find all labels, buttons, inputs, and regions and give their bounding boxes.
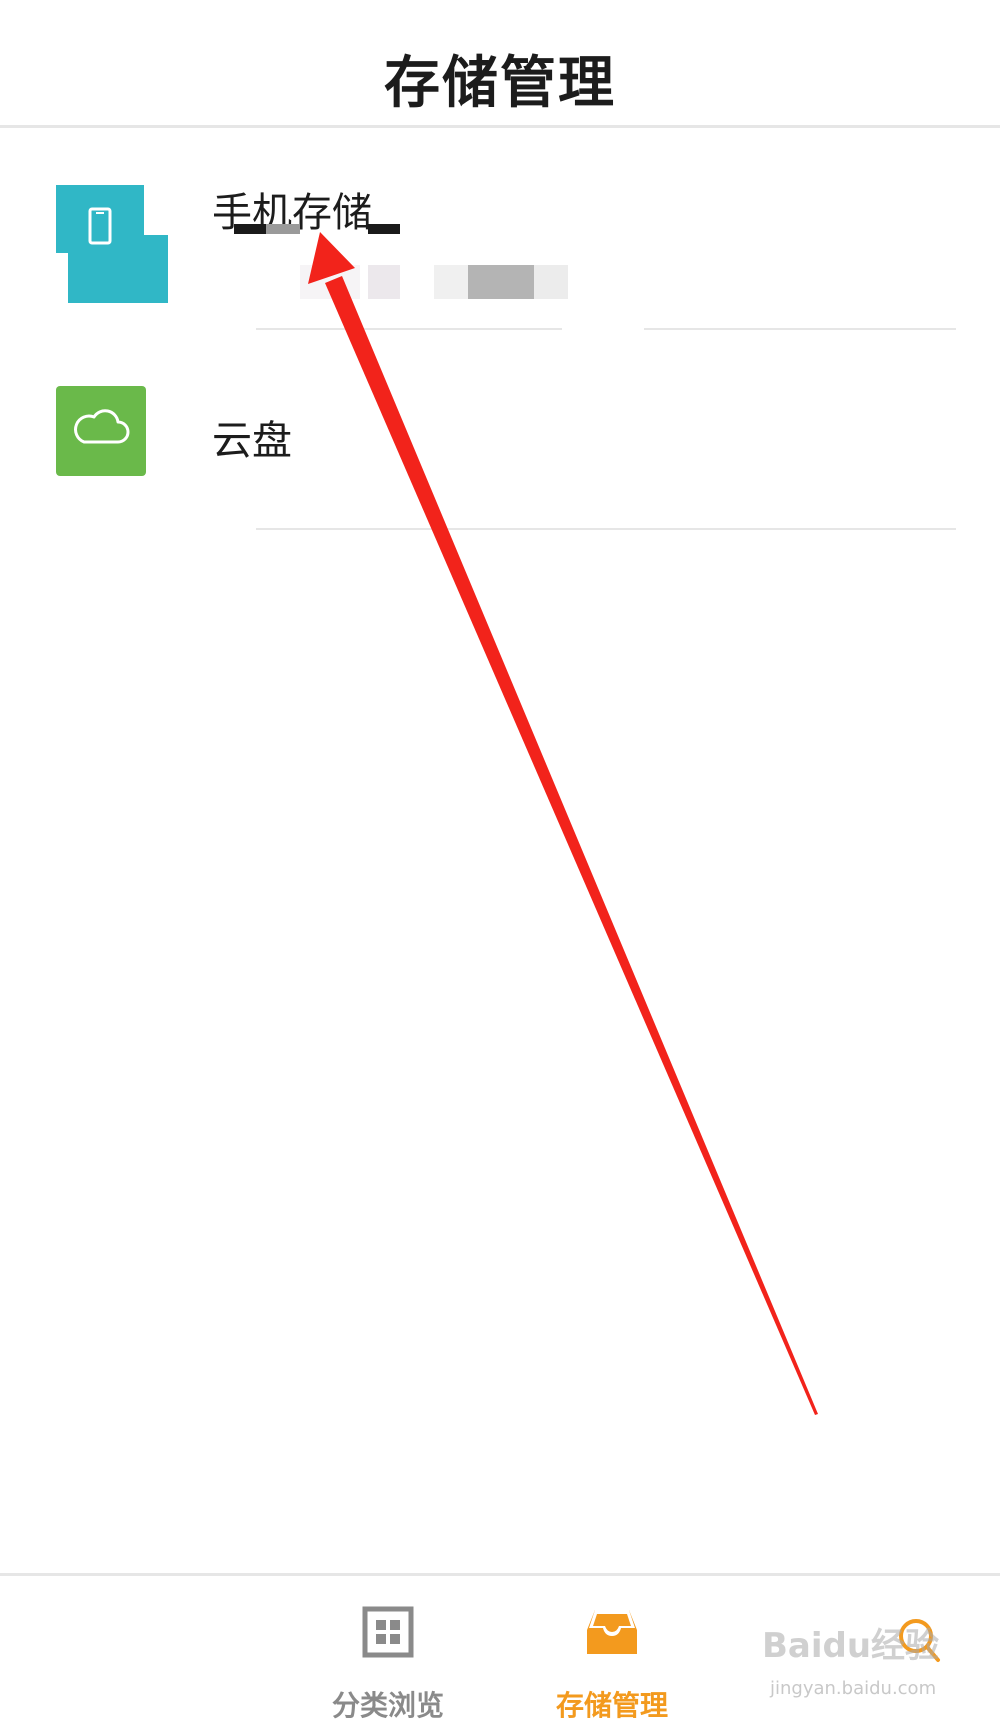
- redaction-mark: [234, 224, 266, 234]
- list-item-phone-storage[interactable]: 手机存储: [0, 130, 1000, 330]
- inbox-icon: [585, 1606, 639, 1662]
- app-header: 存储管理: [0, 0, 1000, 128]
- tab-storage-management[interactable]: 存储管理: [522, 1576, 702, 1728]
- redaction-mark: [300, 265, 360, 299]
- redaction-mark: [368, 224, 400, 234]
- redaction-mark: [368, 265, 400, 299]
- grid-icon: [362, 1606, 414, 1662]
- list-item-cloud-disk[interactable]: 云盘: [0, 330, 1000, 530]
- redaction-mark: [468, 265, 534, 299]
- tab-label: 存储管理: [555, 1689, 668, 1722]
- cloud-disk-label: 云盘: [212, 418, 292, 464]
- redaction-mark: [266, 224, 300, 234]
- divider: [256, 528, 956, 530]
- redaction-mark: [434, 265, 468, 299]
- watermark-url: jingyan.baidu.com: [770, 1678, 937, 1699]
- tab-category-browse[interactable]: 分类浏览: [298, 1576, 478, 1728]
- redaction-mark: [534, 265, 568, 299]
- cloud-icon: [56, 386, 146, 476]
- watermark-logo: Baidu经验: [762, 1626, 940, 1666]
- page-title: 存储管理: [384, 51, 616, 116]
- tab-label: 分类浏览: [331, 1689, 444, 1722]
- phone-icon: [56, 185, 168, 303]
